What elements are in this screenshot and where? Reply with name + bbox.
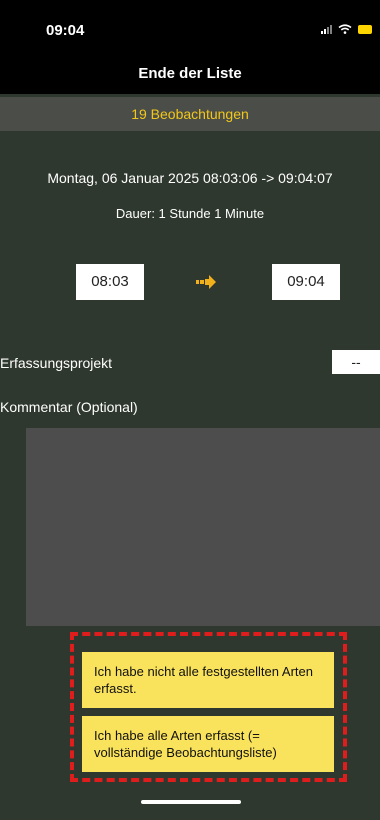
status-bar: 09:04 bbox=[0, 0, 380, 54]
wifi-icon bbox=[338, 24, 352, 34]
session-date-range: Montag, 06 Januar 2025 08:03:06 -> 09:04… bbox=[47, 170, 333, 186]
home-indicator[interactable] bbox=[141, 800, 241, 804]
nav-bar: Ende der Liste bbox=[0, 54, 380, 94]
page-title: Ende der Liste bbox=[138, 65, 242, 82]
status-time: 09:04 bbox=[46, 22, 85, 39]
project-select[interactable]: -- bbox=[332, 350, 380, 374]
battery-icon bbox=[358, 24, 372, 34]
app-screen: 09:04 Ende der Liste 19 Beobachtungen Mo… bbox=[0, 0, 380, 820]
comment-label: Kommentar (Optional) bbox=[0, 399, 138, 415]
project-label: Erfassungsprojekt bbox=[0, 355, 113, 371]
session-duration: Dauer: 1 Stunde 1 Minute bbox=[115, 206, 265, 221]
status-icons bbox=[321, 24, 372, 34]
complete-list-button[interactable]: Ich habe alle Arten erfasst (= vollständ… bbox=[82, 716, 334, 772]
comment-input[interactable] bbox=[26, 428, 380, 626]
start-time-field[interactable]: 08:03 bbox=[76, 264, 144, 300]
cellular-signal-icon bbox=[321, 24, 332, 34]
incomplete-list-button[interactable]: Ich habe nicht alle festgestellten Arten… bbox=[82, 652, 334, 708]
end-time-field[interactable]: 09:04 bbox=[272, 264, 340, 300]
observation-count-bar: 19 Beobachtungen bbox=[0, 97, 380, 131]
arrow-right-icon bbox=[196, 274, 216, 295]
observation-count: 19 Beobachtungen bbox=[131, 106, 249, 122]
